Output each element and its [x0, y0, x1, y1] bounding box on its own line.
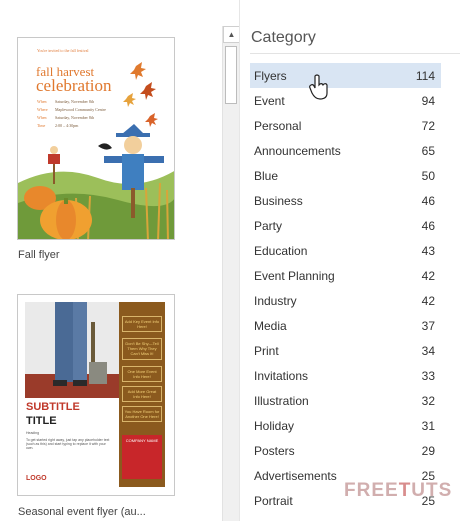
template-label-seasonal-event-flyer[interactable]: Seasonal event flyer (au... — [18, 506, 146, 518]
sidebar-box: One More Event Info Here! — [122, 366, 162, 383]
category-item-illustration[interactable]: Illustration 32 — [250, 388, 441, 413]
category-item-holiday[interactable]: Holiday 31 — [250, 413, 441, 438]
category-item-industry[interactable]: Industry 42 — [250, 288, 441, 313]
sidebar-box: Add More Great Info Here! — [122, 386, 162, 403]
category-item-announcements[interactable]: Announcements 65 — [250, 138, 441, 163]
flyer-logo: LOGO — [26, 475, 47, 482]
category-list: Flyers 114 Event 94 Personal 72 Announcemen… — [250, 63, 441, 513]
category-item-media[interactable]: Media 37 — [250, 313, 441, 338]
template-thumbnail-fall-flyer[interactable]: You're invited to the fall festival fall… — [17, 37, 175, 240]
company-name-box: COMPANY NAME — [122, 435, 162, 479]
flyer-heading: Heading — [26, 431, 40, 435]
watermark-logo: FREETUTS — [344, 480, 453, 501]
category-item-event-planning[interactable]: Event Planning 42 — [250, 263, 441, 288]
category-item-blue[interactable]: Blue 50 — [250, 163, 441, 188]
template-thumbnail-seasonal-event-flyer[interactable]: Add Key Event Info Here! Don't Be Shy—Te… — [17, 294, 175, 496]
flyer-subtitle: SUBTITLE — [26, 401, 80, 413]
person-photo-illustration — [25, 302, 121, 398]
flyer-body: To get started right away, just tap any … — [26, 438, 110, 450]
category-item-education[interactable]: Education 43 — [250, 238, 441, 263]
templates-scrollbar[interactable]: ▲ — [222, 26, 240, 521]
scrollbar-thumb[interactable] — [225, 46, 237, 104]
category-item-party[interactable]: Party 46 — [250, 213, 441, 238]
flyer-title: TITLE — [26, 415, 57, 427]
category-item-business[interactable]: Business 46 — [250, 188, 441, 213]
template-label-fall-flyer[interactable]: Fall flyer — [18, 249, 60, 261]
sidebar-box: Don't Be Shy—Tell Them Why They Can't Mi… — [122, 338, 162, 360]
category-item-flyers[interactable]: Flyers 114 — [250, 63, 441, 88]
category-item-posters[interactable]: Posters 29 — [250, 438, 441, 463]
category-item-personal[interactable]: Personal 72 — [250, 113, 441, 138]
category-pane: Category Flyers 114 Event 94 Personal 72 An… — [240, 0, 464, 521]
category-heading: Category — [251, 29, 316, 46]
sidebar-box: Add Key Event Info Here! — [122, 316, 162, 333]
fall-scene-illustration — [18, 62, 174, 239]
category-item-event[interactable]: Event 94 — [250, 88, 441, 113]
category-item-invitations[interactable]: Invitations 33 — [250, 363, 441, 388]
category-item-print[interactable]: Print 34 — [250, 338, 441, 363]
hand-pointer-icon — [309, 74, 328, 100]
category-divider — [250, 53, 460, 54]
triangle-up-icon[interactable]: ▲ — [223, 26, 240, 43]
sidebar-box: You Have Room for Another One Here! — [122, 406, 162, 423]
templates-pane: You're invited to the fall festival fall… — [0, 0, 222, 521]
